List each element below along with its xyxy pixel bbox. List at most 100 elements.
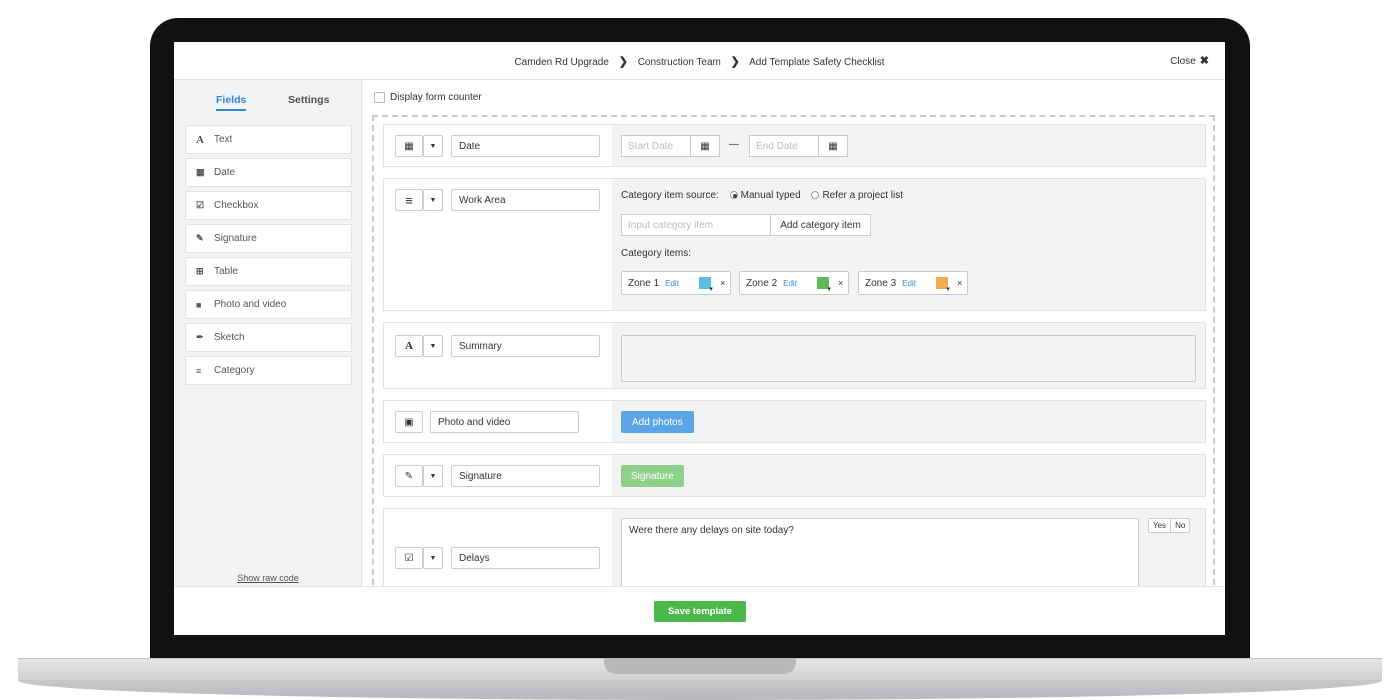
field-type-button[interactable]: ☑ (395, 547, 423, 569)
field-type-button[interactable]: ≡ (395, 189, 423, 211)
no-option[interactable]: No (1170, 519, 1189, 532)
camera-icon: ■ (196, 299, 202, 310)
field-type-dropdown[interactable]: ▼ (423, 465, 443, 487)
close-icon: ✖ (1199, 55, 1209, 67)
breadcrumb-project[interactable]: Camden Rd Upgrade (514, 57, 609, 68)
color-swatch[interactable] (816, 277, 831, 293)
category-source-label: Category item source: (621, 190, 719, 201)
field-type-list: A Text ▦ Date ☑ Checkbox ✎ Signature ⊞ T… (185, 125, 352, 389)
field-preview-cell: Start Date ▦ — End Date ▦ (612, 125, 1205, 166)
text-icon: A (405, 340, 413, 352)
field-row-summary: A ▼ Summary (383, 322, 1206, 389)
field-preview-cell (612, 323, 1205, 388)
field-type-button[interactable]: A (395, 335, 423, 357)
field-name-input[interactable]: Work Area (451, 189, 600, 211)
color-swatch[interactable] (698, 277, 713, 293)
field-name-input[interactable]: Summary (451, 335, 600, 357)
calendar-icon: ▦ (828, 140, 838, 152)
add-photos-button[interactable]: Add photos (621, 411, 694, 433)
save-template-button[interactable]: Save template (654, 601, 746, 622)
field-name-input[interactable]: Photo and video (430, 411, 579, 433)
remove-chip-icon[interactable]: × (720, 278, 725, 288)
close-label: Close (1170, 56, 1196, 67)
chevron-right-icon: ❯ (730, 56, 740, 68)
sidebar-item-date[interactable]: ▦ Date (185, 158, 352, 187)
sidebar-item-label: Table (214, 266, 238, 277)
field-name-input[interactable]: Signature (451, 465, 600, 487)
delays-question-text: Were there any delays on site today? (629, 525, 794, 536)
field-name-input[interactable]: Delays (451, 547, 600, 569)
sidebar-tabs: Fields Settings (174, 80, 362, 120)
tab-settings[interactable]: Settings (288, 94, 329, 106)
chip-edit-link[interactable]: Edit (902, 279, 916, 288)
sidebar-item-label: Photo and video (214, 299, 287, 310)
caret-down-icon: ▼ (429, 142, 437, 150)
field-config-cell: ▦ ▼ Date (384, 125, 612, 166)
field-row-delays: ☑ ▼ Delays Were there any delays on site… (383, 508, 1206, 586)
color-swatch[interactable] (935, 277, 950, 293)
field-type-dropdown[interactable]: ▼ (423, 335, 443, 357)
sidebar-item-text[interactable]: A Text (185, 125, 352, 154)
field-preview-cell: Signature (612, 455, 1205, 496)
field-config-cell: ≡ ▼ Work Area (384, 179, 612, 310)
chip-label: Zone 2 (746, 277, 778, 289)
chip-label: Zone 3 (865, 277, 897, 289)
text-icon: A (196, 133, 204, 146)
category-item-input[interactable]: Input category item (621, 214, 771, 236)
remove-chip-icon[interactable]: × (957, 278, 962, 288)
chip-edit-link[interactable]: Edit (665, 279, 679, 288)
sidebar-item-sketch[interactable]: ✒ Sketch (185, 323, 352, 352)
end-date-picker-button[interactable]: ▦ (818, 135, 848, 157)
field-type-dropdown[interactable]: ▼ (423, 189, 443, 211)
add-category-item-button[interactable]: Add category item (770, 214, 871, 236)
radio-manual-typed-label[interactable]: Manual typed (741, 190, 801, 201)
sidebar-item-signature[interactable]: ✎ Signature (185, 224, 352, 253)
display-form-counter[interactable]: Display form counter (374, 92, 482, 103)
yes-option[interactable]: Yes (1149, 519, 1170, 532)
close-button[interactable]: Close ✖ (1170, 54, 1209, 67)
summary-textarea[interactable] (621, 335, 1196, 382)
field-row-date: ▦ ▼ Date Start Date ▦ — End Date ▦ (383, 124, 1206, 167)
field-type-button[interactable]: ✎ (395, 465, 423, 487)
brush-icon: ✒ (196, 332, 204, 342)
show-raw-code-link[interactable]: Show raw code (174, 573, 362, 583)
form-counter-checkbox[interactable] (374, 92, 385, 103)
field-type-dropdown[interactable]: ▼ (423, 135, 443, 157)
app-screen: Camden Rd Upgrade ❯ Construction Team ❯ … (174, 42, 1225, 635)
delays-question-textarea[interactable]: Were there any delays on site today? (621, 518, 1139, 586)
form-builder: Display form counter ▦ ▼ Date Start Date… (362, 80, 1225, 586)
start-date-input[interactable]: Start Date (621, 135, 691, 157)
breadcrumb-team[interactable]: Construction Team (638, 57, 721, 68)
field-name-input[interactable]: Date (451, 135, 600, 157)
radio-project-list-label[interactable]: Refer a project list (822, 190, 903, 201)
field-type-button[interactable]: ▦ (395, 135, 423, 157)
field-config-cell: A ▼ Summary (384, 323, 612, 388)
start-date-picker-button[interactable]: ▦ (690, 135, 720, 157)
sidebar-item-checkbox[interactable]: ☑ Checkbox (185, 191, 352, 220)
field-preview-cell: Category item source: Manual typed Refer… (612, 179, 1205, 310)
remove-chip-icon[interactable]: × (838, 278, 843, 288)
field-preview-cell: Were there any delays on site today? Yes… (612, 509, 1205, 586)
sidebar-item-photo[interactable]: ■ Photo and video (185, 290, 352, 319)
sidebar-item-label: Text (214, 134, 233, 145)
caret-down-icon: ▼ (429, 342, 437, 350)
calendar-icon: ▦ (404, 140, 414, 152)
radio-project-list[interactable] (811, 191, 820, 199)
field-type-button[interactable]: ▣ (395, 411, 423, 433)
sidebar-item-label: Sketch (214, 332, 245, 343)
calendar-icon: ▦ (196, 167, 205, 177)
field-preview-cell: Add photos (612, 401, 1205, 442)
fields-sidebar: Fields Settings A Text ▦ Date ☑ Checkbox… (174, 80, 362, 586)
yes-no-toggle: Yes No (1148, 518, 1191, 533)
caret-down-icon: ▼ (429, 196, 437, 204)
tab-fields[interactable]: Fields (216, 94, 247, 111)
calendar-icon: ▦ (700, 140, 710, 152)
sidebar-item-table[interactable]: ⊞ Table (185, 257, 352, 286)
sidebar-item-category[interactable]: ≡ Category (185, 356, 352, 385)
chip-edit-link[interactable]: Edit (783, 279, 797, 288)
signature-button[interactable]: Signature (621, 465, 684, 487)
end-date-input[interactable]: End Date (749, 135, 819, 157)
table-icon: ⊞ (196, 266, 204, 276)
radio-manual-typed[interactable] (729, 191, 738, 199)
field-type-dropdown[interactable]: ▼ (423, 547, 443, 569)
